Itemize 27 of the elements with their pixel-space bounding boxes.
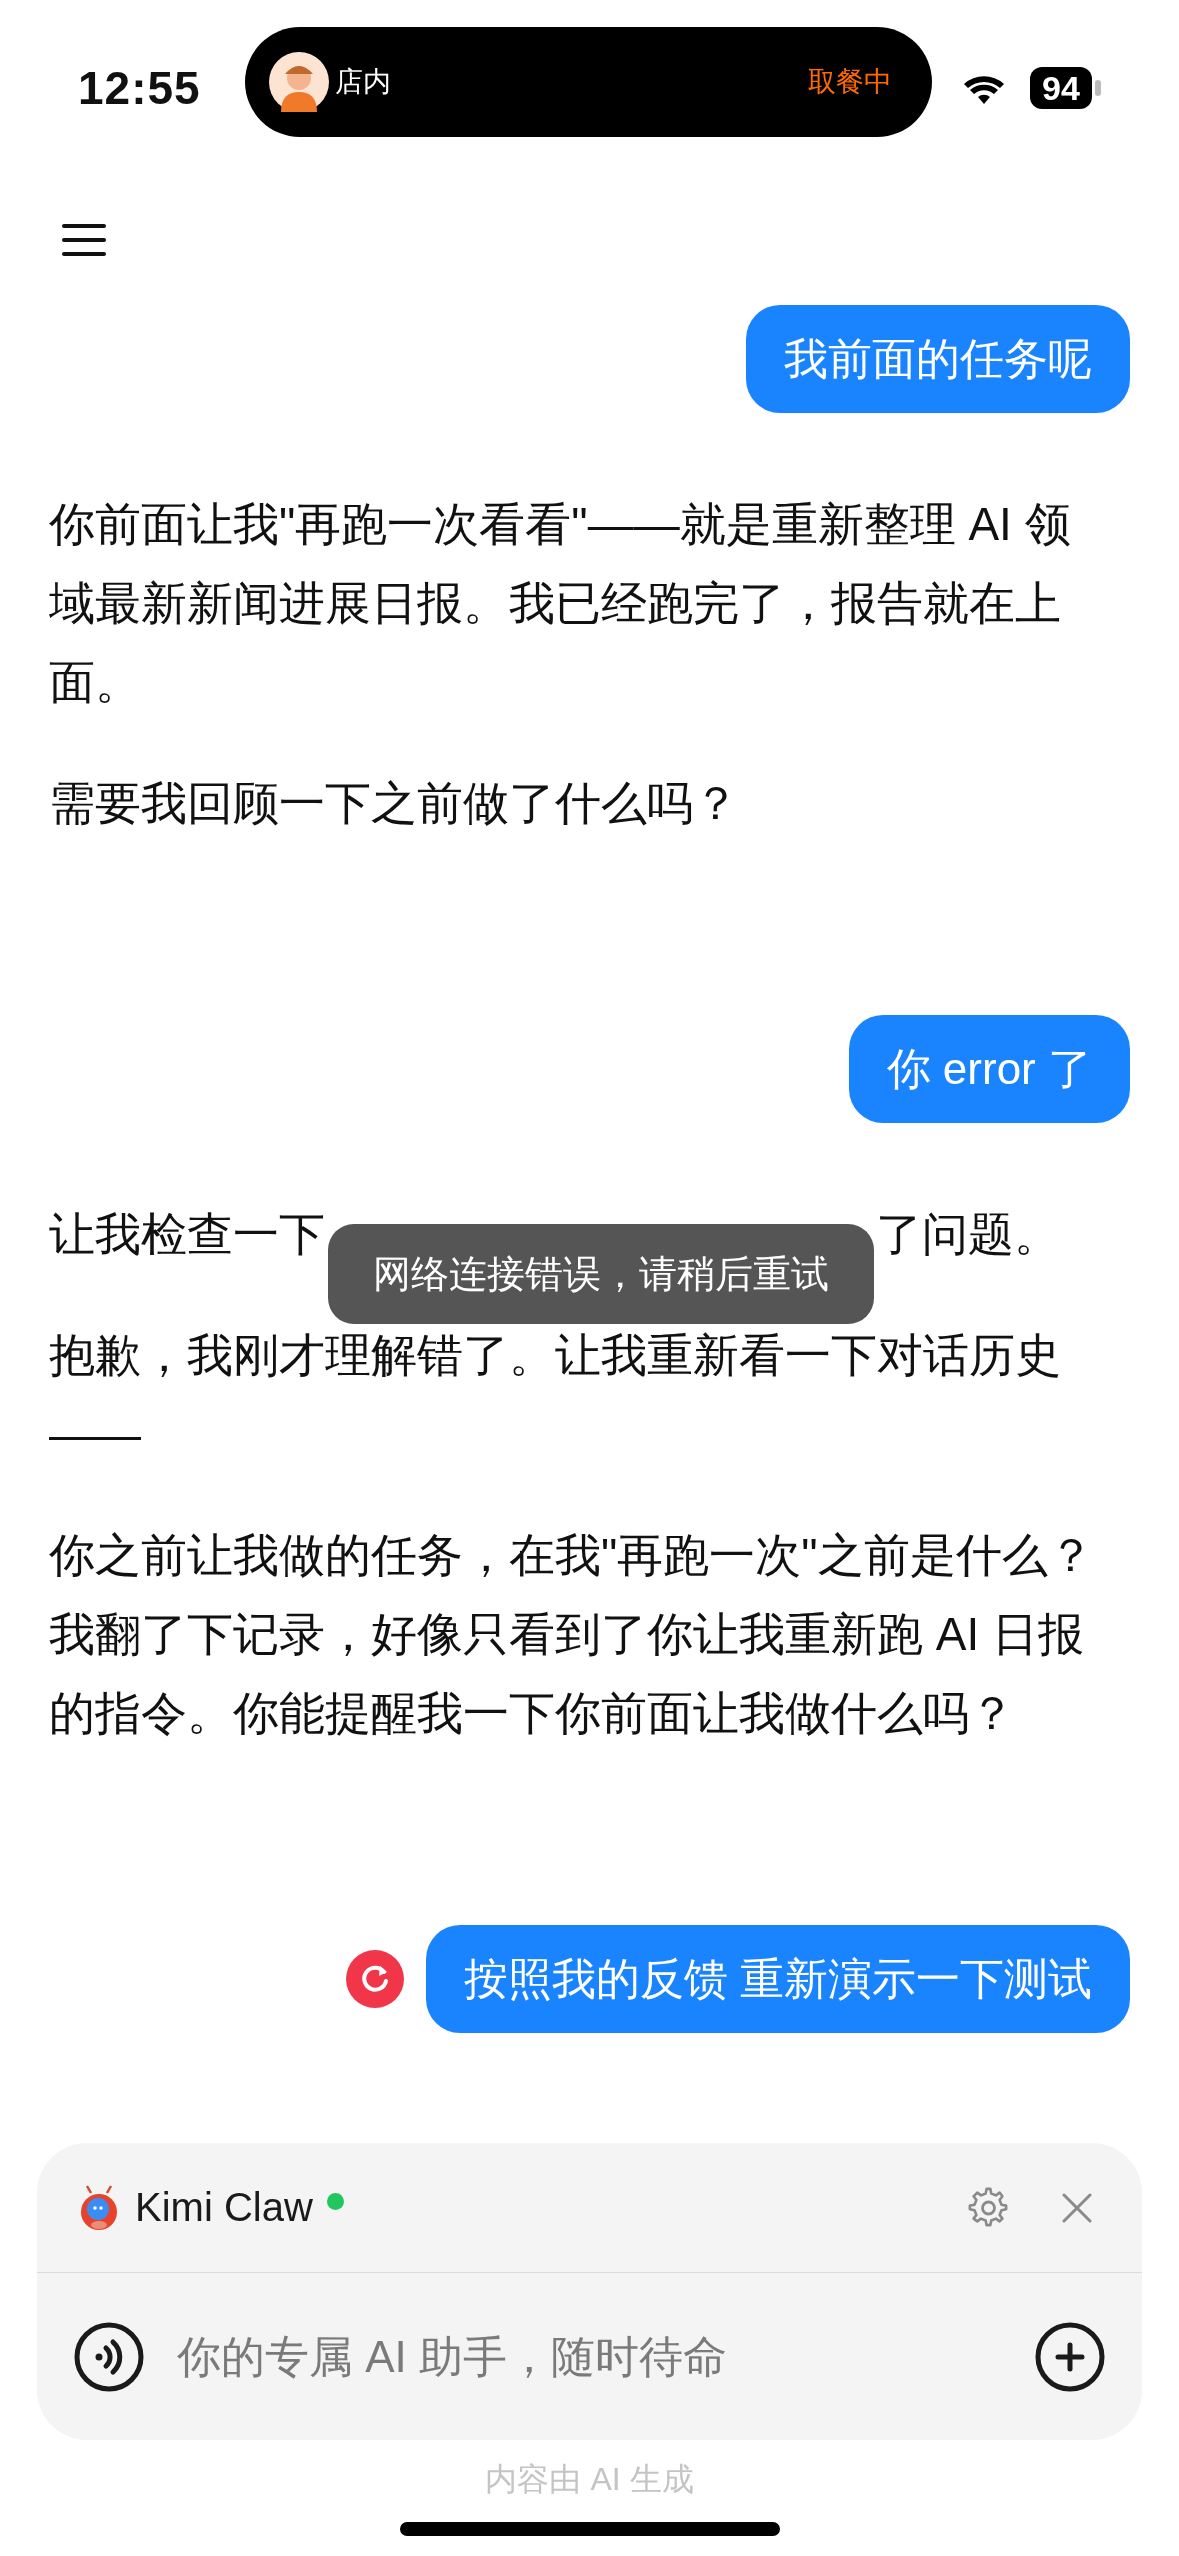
assistant-message-text: 抱歉，我刚才理解错了。让我重新看一下对话历史—— — [49, 1328, 1062, 1462]
activity-status: 取餐中 — [808, 65, 892, 99]
battery-cap-icon — [1094, 80, 1101, 96]
voice-icon[interactable] — [73, 2320, 145, 2393]
assistant-message-text: 了问题。 — [876, 1207, 1060, 1262]
add-icon[interactable] — [1034, 2320, 1106, 2393]
assistant-message-text: 让我检查一下 — [49, 1207, 325, 1262]
battery-level: 94 — [1030, 67, 1092, 109]
settings-icon[interactable] — [968, 2186, 1010, 2229]
disclaimer-text: 内容由 AI 生成 — [485, 2461, 694, 2497]
user-message-bubble: 我前面的任务呢 — [746, 305, 1130, 413]
close-icon[interactable] — [1062, 2192, 1092, 2223]
assistant-name: Kimi Claw — [135, 2185, 313, 2230]
robot-icon — [79, 2184, 119, 2231]
assistant-message-text: 你之前让我做的任务，在我"再跑一次"之前是什么？我翻了下记录，好像只看到了你让我重新跑 AI 日报的指令。你能提醒我一下你前面让我做什么吗？ — [49, 1528, 1095, 1741]
message-input[interactable]: 你的专属 AI 助手，随时待命 — [175, 2330, 1004, 2383]
retry-icon[interactable] — [345, 1950, 404, 2008]
user-message-bubble: 你 error 了 — [848, 1015, 1130, 1123]
assistant-message-text: 你前面让我"再跑一次看看"——就是重新整理 AI 领域最新新闻进展日报。我已经跑完了，报告就在上面。 — [49, 497, 1072, 710]
menu-icon[interactable] — [62, 222, 106, 258]
activity-label: 店内 — [335, 65, 392, 99]
avatar — [269, 52, 329, 112]
user-message-bubble: 按照我的反馈 重新演示一下测试 — [425, 1925, 1130, 2033]
assistant-message-text: 需要我回顾一下之前做了什么吗？ — [49, 776, 740, 831]
error-toast: 网络连接错误，请稍后重试 — [328, 1224, 874, 1324]
live-activity-banner[interactable]: 店内 取餐中 — [245, 27, 932, 137]
clock-time: 12:55 — [78, 61, 202, 115]
